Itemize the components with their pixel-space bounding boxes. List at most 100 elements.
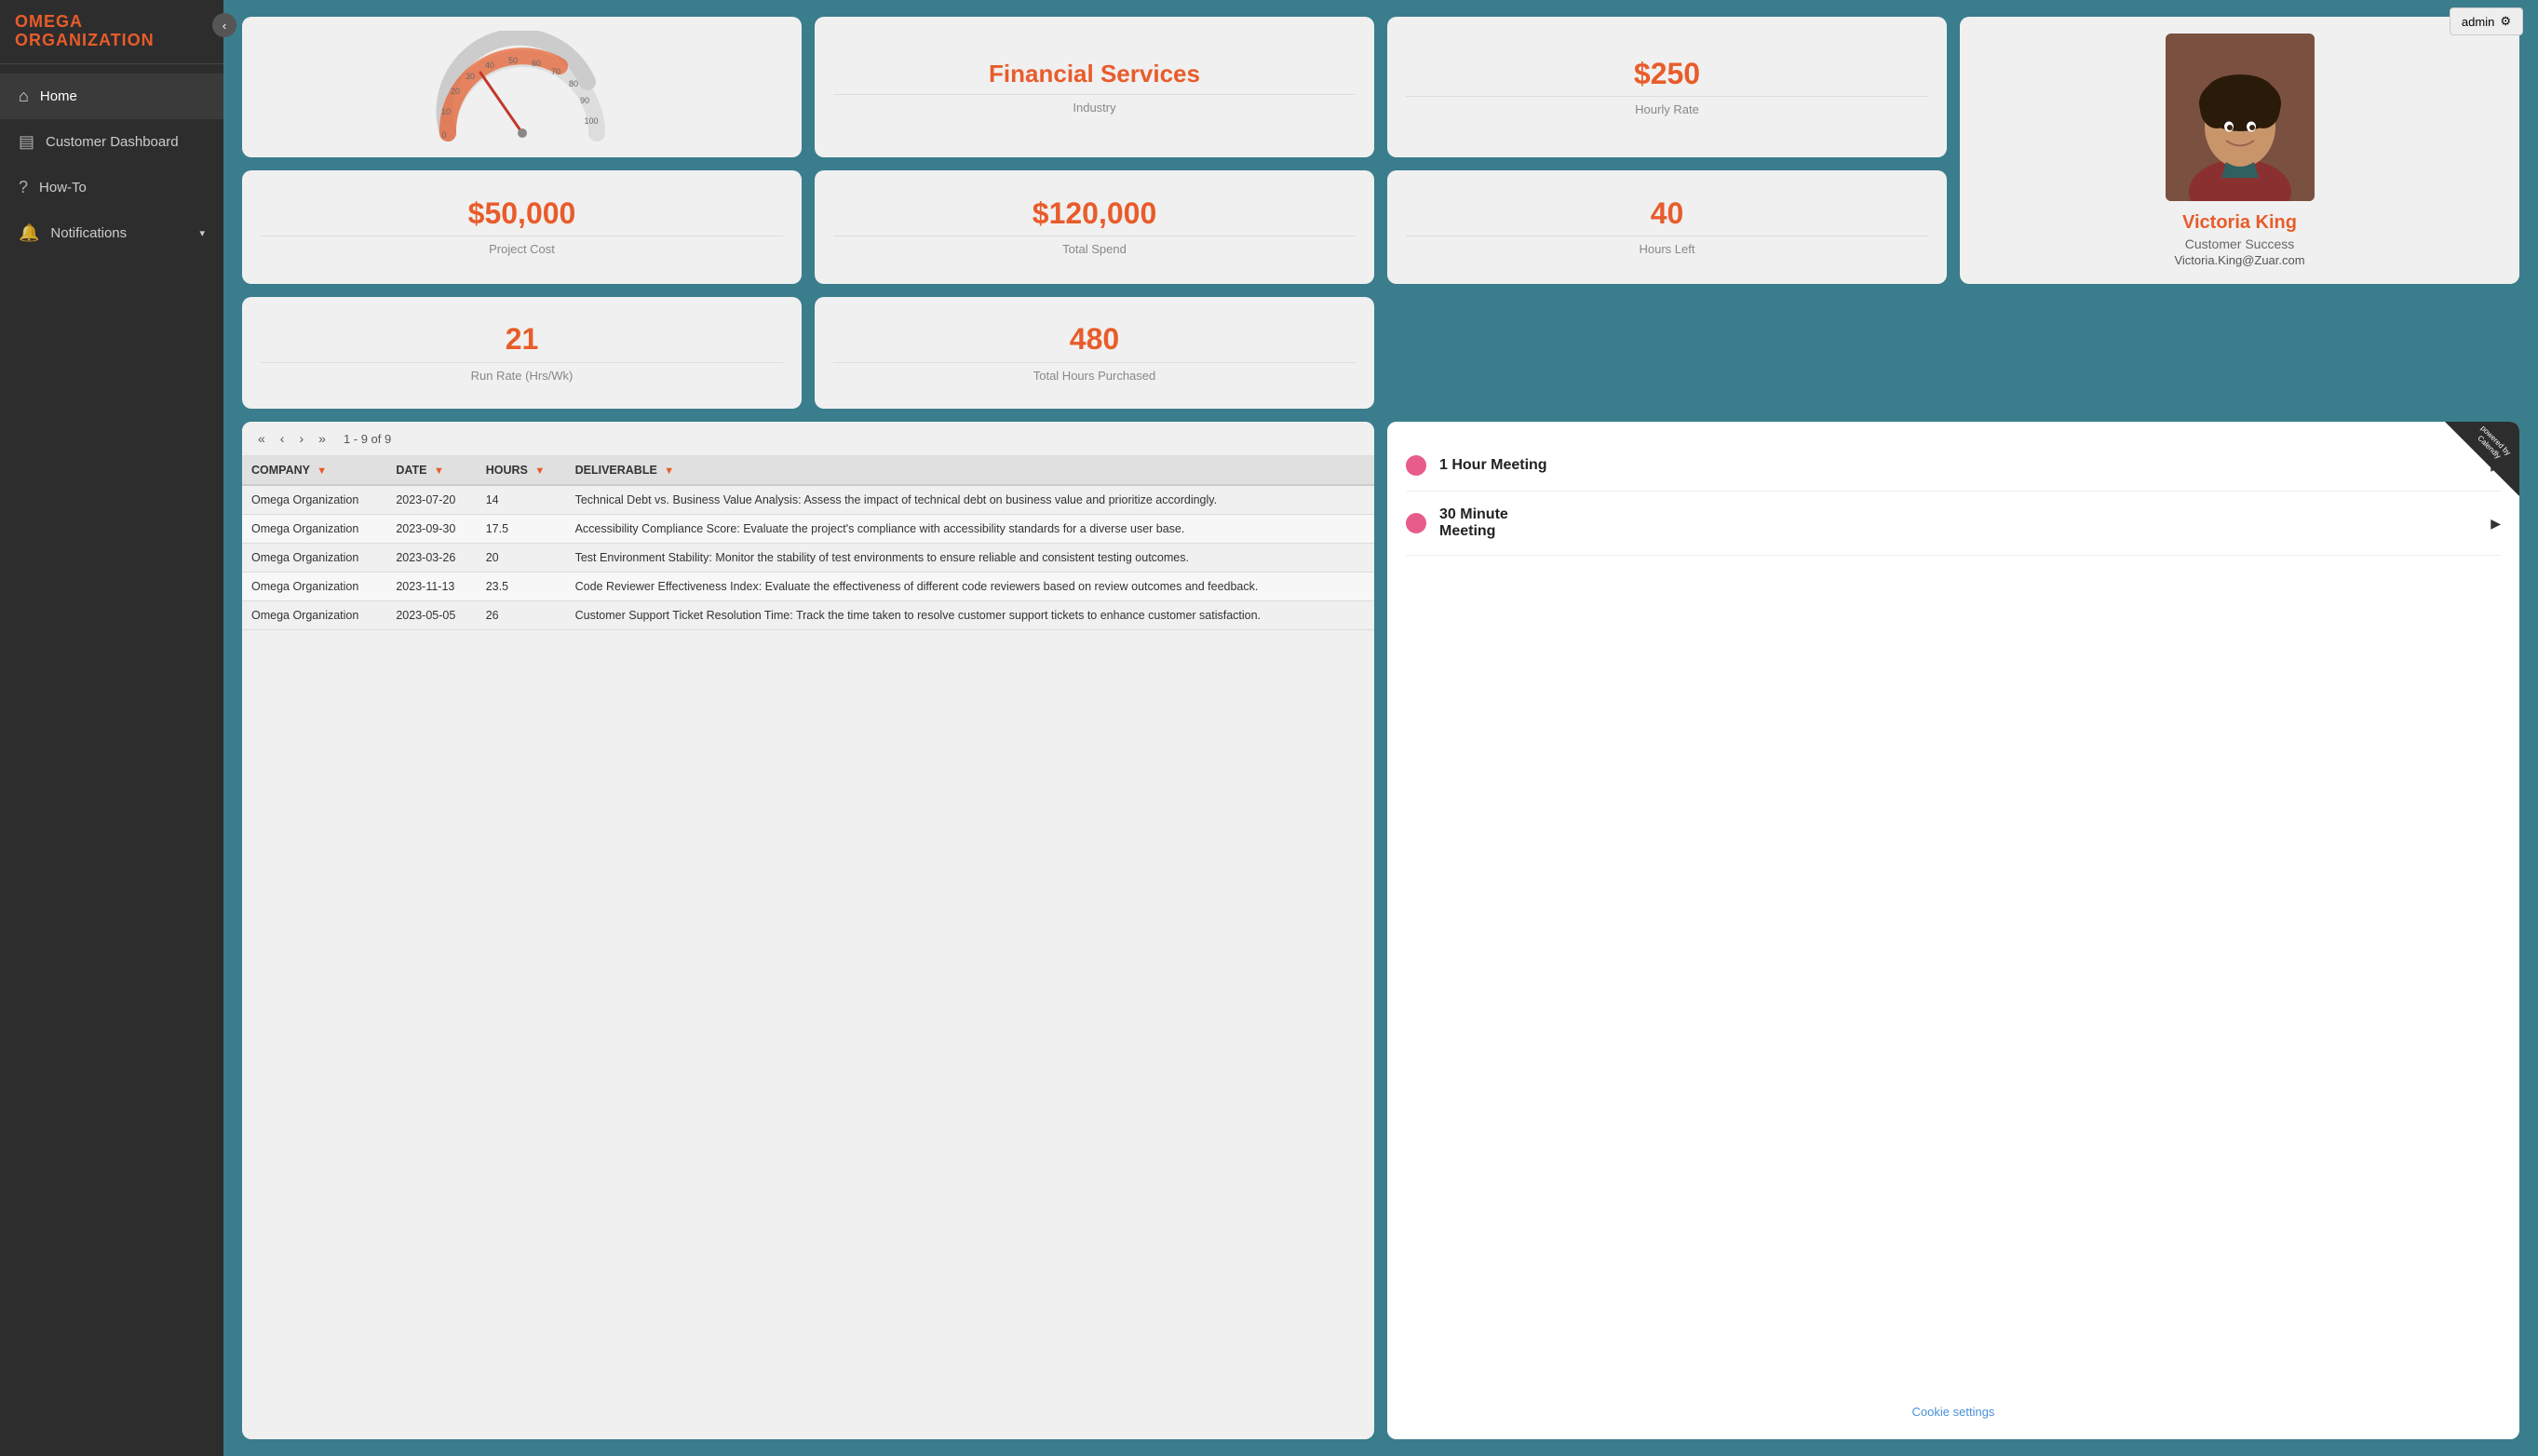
- date-filter-icon[interactable]: ▼: [434, 465, 444, 477]
- sidebar-item-notifications-label: Notifications: [50, 225, 127, 241]
- sidebar-item-customer-dashboard[interactable]: ▤ Customer Dashboard: [0, 119, 223, 165]
- sidebar-item-how-to[interactable]: ? How-To: [0, 165, 223, 210]
- gauge-svg: 0 10 20 30 40 50 60 70 80 90 100: [429, 31, 615, 142]
- table-row: Omega Organization 2023-05-05 26 Custome…: [242, 601, 1374, 630]
- svg-text:20: 20: [450, 87, 459, 96]
- sidebar: OMEGA ORGANIZATION ⌂ Home ▤ Customer Das…: [0, 0, 223, 1456]
- total-spend-card: $120,000 Total Spend: [815, 170, 1374, 285]
- home-icon: ⌂: [19, 87, 29, 106]
- bell-icon: 🔔: [19, 223, 39, 243]
- svg-text:60: 60: [531, 59, 540, 68]
- cell-deliverable: Code Reviewer Effectiveness Index: Evalu…: [566, 573, 1374, 601]
- admin-label: admin: [2462, 15, 2494, 29]
- cell-company: Omega Organization: [242, 515, 386, 544]
- svg-text:30: 30: [465, 72, 474, 81]
- company-filter-icon[interactable]: ▼: [317, 465, 327, 477]
- profile-image-svg: [2166, 34, 2315, 201]
- sidebar-item-home-label: Home: [40, 88, 77, 104]
- run-rate-label: Run Rate (Hrs/Wk): [261, 362, 783, 383]
- sidebar-item-home[interactable]: ⌂ Home: [0, 74, 223, 119]
- project-cost-label: Project Cost: [261, 236, 783, 256]
- one-hour-meeting-label: 1 Hour Meeting: [1439, 457, 2477, 474]
- hours-left-value: 40: [1651, 197, 1684, 230]
- prev-page-button[interactable]: ‹: [276, 429, 290, 448]
- cell-company: Omega Organization: [242, 601, 386, 630]
- sidebar-nav: ⌂ Home ▤ Customer Dashboard ? How-To 🔔 N…: [0, 74, 223, 256]
- gauge-card: 0 10 20 30 40 50 60 70 80 90 100: [242, 17, 802, 157]
- deliverable-filter-icon[interactable]: ▼: [664, 465, 674, 477]
- stats-grid: 0 10 20 30 40 50 60 70 80 90 100 Financi…: [242, 17, 2519, 409]
- first-page-button[interactable]: «: [253, 429, 270, 448]
- svg-text:80: 80: [568, 79, 577, 88]
- total-spend-label: Total Spend: [833, 236, 1356, 256]
- thirty-min-meeting-item[interactable]: 30 MinuteMeeting ▶: [1406, 492, 2501, 556]
- avatar: [2166, 34, 2315, 201]
- cell-date: 2023-05-05: [386, 601, 476, 630]
- svg-text:10: 10: [440, 107, 450, 116]
- hourly-rate-card: $250 Hourly Rate: [1387, 17, 1947, 157]
- page-info: 1 - 9 of 9: [344, 432, 391, 446]
- svg-text:50: 50: [507, 56, 517, 65]
- sidebar-item-customer-dashboard-label: Customer Dashboard: [46, 134, 179, 150]
- hourly-rate-label: Hourly Rate: [1406, 96, 1928, 116]
- collapse-icon: ‹: [223, 19, 226, 33]
- table-scroll[interactable]: COMPANY ▼ DATE ▼ HOURS ▼: [242, 456, 1374, 630]
- one-hour-meeting-item[interactable]: 1 Hour Meeting ▶: [1406, 440, 2501, 492]
- total-spend-value: $120,000: [1033, 197, 1156, 230]
- table-card: « ‹ › » 1 - 9 of 9 COMPANY ▼: [242, 422, 1374, 1439]
- svg-text:100: 100: [584, 116, 598, 126]
- gauge-chart: 0 10 20 30 40 50 60 70 80 90 100: [255, 31, 789, 142]
- thirty-min-meeting-arrow-icon: ▶: [2491, 516, 2501, 532]
- col-deliverable[interactable]: DELIVERABLE ▼: [566, 456, 1374, 485]
- gear-icon: ⚙: [2500, 14, 2511, 29]
- col-company[interactable]: COMPANY ▼: [242, 456, 386, 485]
- cell-date: 2023-03-26: [386, 544, 476, 573]
- sidebar-item-how-to-label: How-To: [39, 180, 87, 195]
- industry-title: Financial Services: [989, 60, 1200, 88]
- cell-deliverable: Test Environment Stability: Monitor the …: [566, 544, 1374, 573]
- cell-deliverable: Technical Debt vs. Business Value Analys…: [566, 485, 1374, 515]
- cookie-settings-link[interactable]: Cookie settings: [1406, 1394, 2501, 1430]
- cell-hours: 23.5: [477, 573, 566, 601]
- last-page-button[interactable]: »: [314, 429, 331, 448]
- profile-card: Victoria King Customer Success Victoria.…: [1960, 17, 2519, 284]
- total-hours-value: 480: [1070, 323, 1119, 356]
- bottom-row: « ‹ › » 1 - 9 of 9 COMPANY ▼: [242, 422, 2519, 1439]
- svg-text:90: 90: [579, 96, 588, 105]
- hours-left-label: Hours Left: [1406, 236, 1928, 256]
- cell-date: 2023-11-13: [386, 573, 476, 601]
- chart-icon: ▤: [19, 132, 34, 152]
- project-cost-card: $50,000 Project Cost: [242, 170, 802, 285]
- cell-company: Omega Organization: [242, 544, 386, 573]
- help-icon: ?: [19, 178, 28, 197]
- hours-filter-icon[interactable]: ▼: [534, 465, 545, 477]
- profile-email: Victoria.King@Zuar.com: [2174, 253, 2304, 267]
- cell-deliverable: Customer Support Ticket Resolution Time:…: [566, 601, 1374, 630]
- cell-date: 2023-09-30: [386, 515, 476, 544]
- run-rate-card: 21 Run Rate (Hrs/Wk): [242, 297, 802, 409]
- col-date[interactable]: DATE ▼: [386, 456, 476, 485]
- svg-text:70: 70: [550, 67, 560, 76]
- cell-hours: 14: [477, 485, 566, 515]
- data-table: COMPANY ▼ DATE ▼ HOURS ▼: [242, 456, 1374, 630]
- table-row: Omega Organization 2023-09-30 17.5 Acces…: [242, 515, 1374, 544]
- sidebar-collapse-button[interactable]: ‹: [212, 13, 236, 37]
- project-cost-value: $50,000: [468, 197, 576, 230]
- topbar: admin ⚙: [2435, 0, 2538, 43]
- sidebar-item-notifications[interactable]: 🔔 Notifications ▾: [0, 210, 223, 256]
- logo-text: OMEGA ORGANIZATION: [15, 13, 209, 50]
- pagination-bar: « ‹ › » 1 - 9 of 9: [242, 422, 1374, 456]
- total-hours-card: 480 Total Hours Purchased: [815, 297, 1374, 409]
- run-rate-value: 21: [506, 323, 539, 356]
- admin-button[interactable]: admin ⚙: [2450, 7, 2523, 35]
- industry-label: Industry: [833, 94, 1356, 115]
- next-page-button[interactable]: ›: [294, 429, 308, 448]
- profile-name: Victoria King: [2182, 212, 2297, 234]
- main-content: 0 10 20 30 40 50 60 70 80 90 100 Financi…: [223, 0, 2538, 1456]
- meeting-dot-1hour: [1406, 455, 1426, 476]
- col-hours[interactable]: HOURS ▼: [477, 456, 566, 485]
- cell-hours: 17.5: [477, 515, 566, 544]
- svg-text:0: 0: [441, 130, 446, 140]
- industry-card: Financial Services Industry: [815, 17, 1374, 157]
- table-row: Omega Organization 2023-03-26 20 Test En…: [242, 544, 1374, 573]
